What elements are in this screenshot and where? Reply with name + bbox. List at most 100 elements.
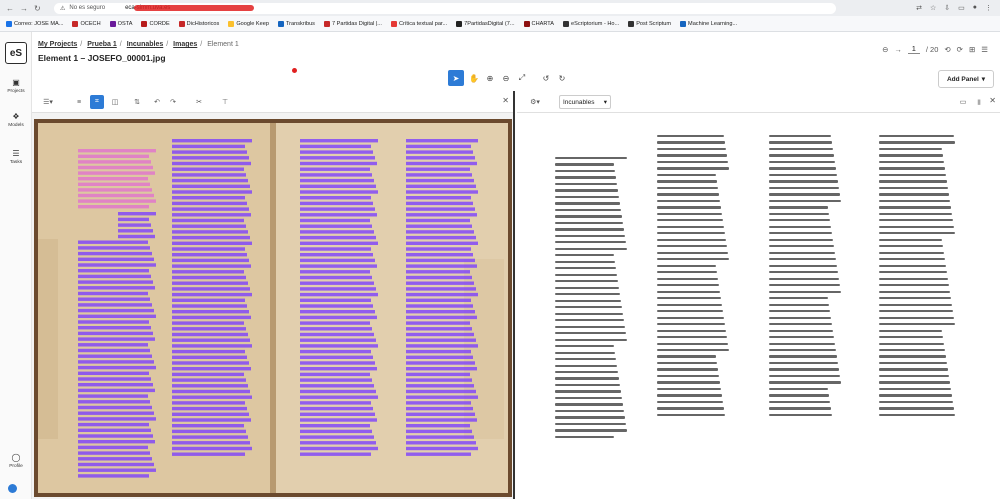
breadcrumb-images[interactable]: Images	[173, 41, 197, 48]
transcription-line[interactable]	[555, 176, 616, 179]
baseline-line[interactable]	[406, 258, 475, 263]
baseline-line[interactable]	[172, 184, 250, 188]
breadcrumb-project[interactable]: Prueba 1	[87, 41, 117, 48]
baseline-line[interactable]	[300, 253, 373, 257]
transcription-line[interactable]	[879, 407, 954, 410]
transcription-line[interactable]	[657, 245, 727, 248]
undo-icon[interactable]: ↶	[150, 95, 164, 109]
transcription-line[interactable]	[657, 167, 729, 170]
baseline-line[interactable]	[172, 384, 248, 388]
transcription-line[interactable]	[879, 336, 943, 339]
transcription-line[interactable]	[657, 141, 725, 144]
transcription-line[interactable]	[769, 284, 840, 287]
transcription-line[interactable]	[879, 245, 943, 248]
rail-tasks[interactable]: ☰ Tasks	[0, 149, 32, 165]
baseline-line[interactable]	[78, 365, 156, 370]
bookmark-item[interactable]: DicHistoricos	[178, 20, 219, 27]
baseline-line[interactable]	[406, 270, 470, 274]
transcription-line[interactable]	[555, 435, 614, 439]
transcription-line[interactable]	[879, 258, 945, 261]
baseline-line[interactable]	[406, 429, 472, 434]
transcription-line[interactable]	[657, 193, 719, 196]
bookmark-item[interactable]: Correo: JOSE MA...	[6, 20, 63, 27]
transcription-line[interactable]	[879, 381, 950, 384]
baseline-line[interactable]	[118, 223, 151, 227]
baseline-line[interactable]	[406, 235, 476, 240]
baseline-line[interactable]	[300, 344, 378, 348]
baseline-line[interactable]	[172, 298, 245, 302]
transcription-line[interactable]	[657, 368, 718, 371]
transcription-line[interactable]	[769, 186, 839, 190]
bookmark-item[interactable]: Machine Learning...	[680, 20, 737, 27]
baseline-line[interactable]	[300, 275, 372, 280]
transcription-line[interactable]	[657, 323, 725, 326]
transcription-line[interactable]	[769, 167, 836, 170]
baseline-line[interactable]	[172, 190, 252, 194]
list-icon[interactable]: ☰	[981, 45, 988, 54]
baseline-line[interactable]	[300, 150, 373, 154]
transcription-line[interactable]	[769, 368, 839, 371]
baseline-line[interactable]	[172, 167, 244, 171]
transcription-line[interactable]	[769, 394, 829, 397]
baseline-line[interactable]	[172, 247, 245, 251]
baseline-line[interactable]	[172, 344, 252, 348]
baseline-line[interactable]	[118, 234, 155, 239]
transcription-line[interactable]	[879, 361, 947, 365]
pan-tool-icon[interactable]: ✋	[466, 70, 482, 86]
app-logo[interactable]: eS	[5, 42, 27, 64]
transcription-line[interactable]	[657, 238, 726, 241]
transcription-line[interactable]	[555, 228, 624, 231]
transcription-line[interactable]	[555, 189, 618, 192]
transcription-line[interactable]	[657, 186, 718, 190]
baseline-line[interactable]	[78, 149, 156, 153]
baseline-line[interactable]	[406, 247, 471, 251]
fit-icon[interactable]: ⤢	[514, 70, 530, 86]
baseline-line[interactable]	[300, 230, 374, 234]
reorder-icon[interactable]: ⇅	[130, 95, 144, 109]
cut-icon[interactable]: ✂	[192, 95, 206, 109]
baseline-line[interactable]	[78, 291, 148, 296]
bookmark-item[interactable]: CORDE	[141, 20, 170, 27]
bookmark-item[interactable]: 7 Partidas Digital |...	[323, 20, 382, 27]
transcription-line[interactable]	[879, 342, 944, 345]
baseline-line[interactable]	[300, 401, 371, 405]
baseline-line[interactable]	[78, 246, 150, 250]
baseline-line[interactable]	[300, 424, 370, 428]
baseline-line[interactable]	[300, 247, 371, 251]
baseline-line[interactable]	[300, 167, 370, 171]
baseline-line[interactable]	[300, 201, 373, 206]
baseline-line[interactable]	[406, 321, 470, 325]
baseline-line[interactable]	[78, 314, 156, 318]
transcription-line[interactable]	[769, 277, 839, 280]
transcription-line[interactable]	[769, 232, 832, 235]
rotate-right-icon[interactable]: ↻	[554, 70, 570, 86]
baseline-line[interactable]	[406, 173, 472, 177]
baseline-line[interactable]	[172, 367, 251, 371]
baseline-line[interactable]	[300, 315, 377, 320]
baseline-line[interactable]	[172, 310, 249, 314]
rail-models[interactable]: ❖ Models	[0, 112, 32, 128]
baseline-line[interactable]	[172, 139, 252, 143]
transcription-line[interactable]	[555, 364, 617, 367]
transcription-line[interactable]	[769, 238, 833, 241]
baseline-line[interactable]	[406, 355, 473, 359]
baseline-line[interactable]	[300, 412, 375, 416]
baseline-line[interactable]	[172, 349, 245, 354]
baseline-line[interactable]	[78, 182, 150, 186]
baseline-line[interactable]	[406, 139, 478, 143]
transcription-line[interactable]	[657, 219, 723, 222]
baseline-line[interactable]	[78, 154, 149, 158]
baseline-line[interactable]	[406, 224, 472, 228]
transcription-line[interactable]	[879, 329, 942, 332]
baseline-line[interactable]	[300, 292, 378, 297]
baseline-line[interactable]	[78, 445, 148, 450]
transcription-line[interactable]	[879, 271, 947, 274]
baseline-line[interactable]	[78, 468, 156, 472]
transcription-line[interactable]	[555, 247, 627, 250]
transcription-line[interactable]	[657, 284, 719, 287]
transcription-line[interactable]	[555, 195, 619, 199]
transcription-line[interactable]	[555, 358, 616, 361]
transcription-line[interactable]	[555, 163, 614, 166]
transcription-line[interactable]	[555, 208, 621, 212]
transcription-line[interactable]	[657, 303, 722, 306]
